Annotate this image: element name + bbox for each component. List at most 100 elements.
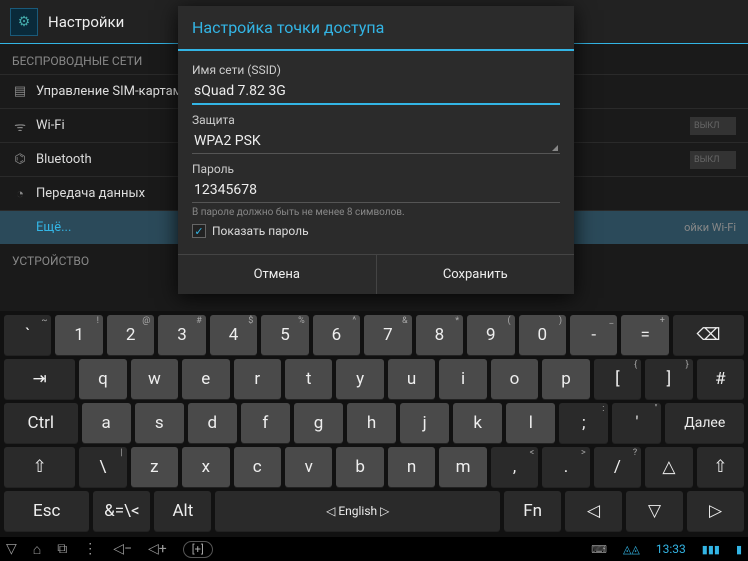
show-password-label: Показать пароль bbox=[212, 224, 309, 238]
vol-up-icon[interactable]: ◁+ bbox=[148, 541, 167, 557]
key-b[interactable]: b bbox=[336, 447, 383, 487]
key-5[interactable]: 5% bbox=[261, 315, 308, 355]
key-;[interactable]: ;: bbox=[559, 403, 608, 443]
key-h[interactable]: h bbox=[347, 403, 396, 443]
security-select[interactable]: WPA2 PSK bbox=[192, 129, 560, 154]
data-icon: ◔ bbox=[12, 186, 28, 202]
key-t[interactable]: t bbox=[285, 359, 332, 399]
battery-icon: ▮ bbox=[736, 543, 742, 556]
key-△[interactable]: △ bbox=[645, 447, 692, 487]
save-button[interactable]: Сохранить bbox=[377, 255, 575, 294]
password-input[interactable]: 12345678 bbox=[192, 178, 560, 203]
row-more-label: Ещё... bbox=[36, 220, 71, 235]
ssid-label: Имя сети (SSID) bbox=[192, 63, 560, 77]
key-z[interactable]: z bbox=[131, 447, 178, 487]
keyboard: `~1!2@3#4$5%6^7&8*9(0)-_=+⌫ ⇥qwertyuiop[… bbox=[0, 311, 748, 537]
key-◁[interactable]: ◁ bbox=[565, 491, 622, 531]
key--[interactable]: -_ bbox=[570, 315, 617, 355]
key-9[interactable]: 9( bbox=[467, 315, 514, 355]
key-=[interactable]: =+ bbox=[621, 315, 668, 355]
key-8[interactable]: 8* bbox=[416, 315, 463, 355]
key-▷[interactable]: ▷ bbox=[687, 491, 744, 531]
key-Alt[interactable]: Alt bbox=[154, 491, 211, 531]
key-w[interactable]: w bbox=[131, 359, 178, 399]
keyboard-status-icon[interactable]: ⌨ bbox=[591, 543, 607, 556]
key-p[interactable]: p bbox=[542, 359, 589, 399]
key-,[interactable]: ,< bbox=[491, 447, 538, 487]
row-data-label: Передача данных bbox=[36, 186, 145, 201]
key-4[interactable]: 4$ bbox=[210, 315, 257, 355]
back-icon[interactable]: ▽ bbox=[6, 541, 17, 557]
key-n[interactable]: n bbox=[388, 447, 435, 487]
cancel-button[interactable]: Отмена bbox=[178, 255, 377, 294]
key-i[interactable]: i bbox=[439, 359, 486, 399]
right-hint: ойки Wi-Fi bbox=[684, 221, 736, 234]
key-x[interactable]: x bbox=[182, 447, 229, 487]
key-q[interactable]: q bbox=[79, 359, 126, 399]
key-g[interactable]: g bbox=[294, 403, 343, 443]
key-7[interactable]: 7& bbox=[364, 315, 411, 355]
settings-app-icon: ⚙ bbox=[10, 8, 38, 36]
status-time: 13:33 bbox=[656, 542, 686, 556]
vol-down-icon[interactable]: ◁− bbox=[113, 541, 132, 557]
password-hint: В пароле должно быть не менее 8 символов… bbox=[192, 207, 560, 218]
key-v[interactable]: v bbox=[285, 447, 332, 487]
show-password-checkbox[interactable]: ✓ bbox=[192, 224, 206, 238]
key-⌫[interactable]: ⌫ bbox=[673, 315, 744, 355]
key-Fn[interactable]: Fn bbox=[504, 491, 561, 531]
key-j[interactable]: j bbox=[400, 403, 449, 443]
key-r[interactable]: r bbox=[234, 359, 281, 399]
key-3[interactable]: 3# bbox=[158, 315, 205, 355]
key-u[interactable]: u bbox=[388, 359, 435, 399]
key-&=\<[interactable]: &=\< bbox=[93, 491, 150, 531]
menu-icon[interactable]: ⋮ bbox=[83, 541, 97, 557]
security-label: Защита bbox=[192, 113, 560, 127]
key-a[interactable]: a bbox=[82, 403, 131, 443]
screenshot-icon[interactable]: [+] bbox=[183, 541, 213, 558]
key-.[interactable]: .> bbox=[542, 447, 589, 487]
key-l[interactable]: l bbox=[506, 403, 555, 443]
settings-title: Настройки bbox=[48, 13, 124, 31]
key-6[interactable]: 6^ bbox=[313, 315, 360, 355]
key-#[interactable]: # bbox=[697, 359, 744, 399]
key-d[interactable]: d bbox=[188, 403, 237, 443]
key-1[interactable]: 1! bbox=[55, 315, 102, 355]
key-◁ English ▷[interactable]: ◁ English ▷ bbox=[215, 491, 500, 531]
key-'[interactable]: '" bbox=[612, 403, 661, 443]
key-m[interactable]: m bbox=[439, 447, 486, 487]
row-wifi-label: Wi-Fi bbox=[36, 118, 65, 133]
row-sim-label: Управление SIM-картам bbox=[36, 84, 182, 99]
key-⇧[interactable]: ⇧ bbox=[697, 447, 744, 487]
wifi-toggle[interactable]: ВЫКЛ bbox=[690, 117, 736, 135]
key-2[interactable]: 2@ bbox=[107, 315, 154, 355]
key-▽[interactable]: ▽ bbox=[626, 491, 683, 531]
key-/[interactable]: /? bbox=[594, 447, 641, 487]
net-icon: ◬◬ bbox=[623, 543, 640, 556]
ssid-input[interactable] bbox=[192, 79, 560, 105]
key-][interactable]: ]} bbox=[645, 359, 692, 399]
key-c[interactable]: c bbox=[234, 447, 281, 487]
show-password-row[interactable]: ✓ Показать пароль bbox=[192, 224, 560, 238]
key-y[interactable]: y bbox=[336, 359, 383, 399]
home-icon[interactable]: ⌂ bbox=[33, 541, 41, 558]
key-Далее[interactable]: Далее bbox=[665, 403, 744, 443]
key-s[interactable]: s bbox=[135, 403, 184, 443]
key-f[interactable]: f bbox=[241, 403, 290, 443]
key-0[interactable]: 0) bbox=[519, 315, 566, 355]
recent-icon[interactable]: ⧉ bbox=[57, 541, 67, 557]
key-[[interactable]: [{ bbox=[594, 359, 641, 399]
sim-icon: ▤ bbox=[12, 84, 28, 99]
password-label: Пароль bbox=[192, 162, 560, 176]
key-⇥[interactable]: ⇥ bbox=[4, 359, 75, 399]
key-e[interactable]: e bbox=[182, 359, 229, 399]
key-k[interactable]: k bbox=[453, 403, 502, 443]
hotspot-dialog: Настройка точки доступа Имя сети (SSID) … bbox=[178, 6, 574, 294]
key-Ctrl[interactable]: Ctrl bbox=[4, 403, 78, 443]
bluetooth-icon: ⌬ bbox=[12, 152, 28, 167]
key-Esc[interactable]: Esc bbox=[4, 491, 89, 531]
key-\[interactable]: \| bbox=[79, 447, 126, 487]
bt-toggle[interactable]: ВЫКЛ bbox=[690, 151, 736, 169]
key-o[interactable]: o bbox=[491, 359, 538, 399]
key-⇧[interactable]: ⇧ bbox=[4, 447, 75, 487]
key-`[interactable]: `~ bbox=[4, 315, 51, 355]
